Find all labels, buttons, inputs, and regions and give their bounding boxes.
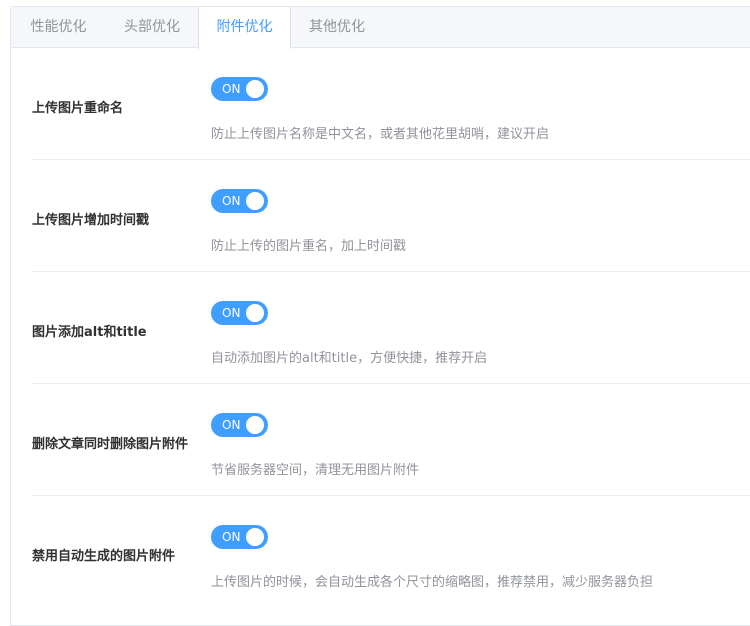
setting-label: 禁用自动生成的图片附件 — [32, 549, 176, 564]
tab-attachment[interactable]: 附件优化 — [198, 7, 291, 49]
delete-attachments-switch[interactable]: ON — [211, 413, 268, 437]
switch-text: ON — [222, 306, 241, 320]
setting-description: 上传图片的时候，会自动生成各个尺寸的缩略图，推荐禁用，减少服务器负担 — [211, 575, 654, 590]
switch-knob — [246, 192, 264, 210]
switch-knob — [246, 528, 264, 546]
tab-other[interactable]: 其他优化 — [291, 7, 383, 48]
setting-description: 节省服务器空间，清理无用图片附件 — [211, 463, 420, 478]
switch-text: ON — [222, 418, 241, 432]
setting-row-delete-attachments: 删除文章同时删除图片附件 ON 节省服务器空间，清理无用图片附件 — [32, 384, 750, 496]
switch-knob — [246, 416, 264, 434]
setting-row-alt-title: 图片添加alt和title ON 自动添加图片的alt和title，方便快捷，推… — [32, 272, 750, 384]
alt-title-switch[interactable]: ON — [211, 301, 268, 325]
setting-row-add-timestamp: 上传图片增加时间戳 ON 防止上传的图片重名，加上时间戳 — [32, 160, 750, 272]
setting-label: 上传图片增加时间戳 — [32, 213, 150, 228]
tab-bar: 性能优化 头部优化 附件优化 其他优化 — [11, 7, 750, 49]
switch-text: ON — [222, 530, 241, 544]
disable-thumbnails-switch[interactable]: ON — [211, 525, 268, 549]
rename-images-switch[interactable]: ON — [211, 77, 268, 101]
tab-performance[interactable]: 性能优化 — [11, 7, 106, 48]
switch-text: ON — [222, 82, 241, 96]
setting-label: 删除文章同时删除图片附件 — [32, 437, 189, 452]
setting-description: 防止上传图片名称是中文名，或者其他花里胡哨，建议开启 — [211, 127, 550, 142]
setting-label: 上传图片重命名 — [32, 101, 124, 116]
setting-row-disable-thumbnails: 禁用自动生成的图片附件 ON 上传图片的时候，会自动生成各个尺寸的缩略图，推荐禁… — [32, 496, 750, 608]
switch-text: ON — [222, 194, 241, 208]
setting-description: 自动添加图片的alt和title，方便快捷，推荐开启 — [211, 351, 488, 366]
setting-row-rename-images: 上传图片重命名 ON 防止上传图片名称是中文名，或者其他花里胡哨，建议开启 — [32, 48, 750, 160]
tab-header[interactable]: 头部优化 — [106, 7, 198, 48]
switch-knob — [246, 80, 264, 98]
setting-description: 防止上传的图片重名，加上时间戳 — [211, 239, 407, 254]
add-timestamp-switch[interactable]: ON — [211, 189, 268, 213]
switch-knob — [246, 304, 264, 322]
setting-label: 图片添加alt和title — [32, 325, 147, 340]
settings-panel: 性能优化 头部优化 附件优化 其他优化 上传图片重命名 ON 防止上传图片名称是… — [10, 6, 750, 626]
